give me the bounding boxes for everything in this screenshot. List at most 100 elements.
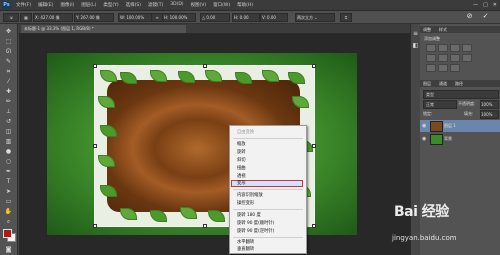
properties-panel-icon[interactable]: ◧	[412, 42, 419, 50]
history-brush-tool-icon[interactable]: ↺	[4, 118, 13, 126]
menu-type[interactable]: 类型(Y)	[103, 2, 118, 8]
commit-transform-button[interactable]: ✓	[481, 12, 490, 21]
blur-tool-icon[interactable]: ●	[4, 148, 13, 156]
dodge-tool-icon[interactable]: ○	[4, 158, 13, 166]
color-balance-adjust-icon[interactable]	[450, 54, 460, 62]
lasso-tool-icon[interactable]: ᘏ	[4, 48, 13, 56]
document-tab[interactable]: 未标题-1 @ 33.3% (图层 1, RGB/8) *	[21, 25, 186, 33]
cancel-transform-button[interactable]: ⊘	[465, 12, 474, 21]
layer-kind-filter[interactable]: 类型	[423, 90, 499, 99]
menu-item-perspective[interactable]: 透视	[237, 173, 303, 180]
width-field[interactable]: W: 100.00%	[118, 13, 152, 22]
hand-tool-icon[interactable]: ✋	[4, 208, 13, 216]
healing-brush-tool-icon[interactable]: ✚	[4, 88, 13, 96]
menu-item-flip-horizontal[interactable]: 水平翻转	[237, 239, 303, 246]
move-tool-icon[interactable]: ✥	[4, 28, 13, 36]
close-button[interactable]: ✕	[493, 2, 497, 8]
transform-handle-top-right[interactable]	[312, 64, 316, 68]
menu-items: 文件(F) 编辑(E) 图像(I) 图层(L) 类型(Y) 选择(S) 滤镜(T…	[16, 2, 253, 8]
posterize-adjust-icon[interactable]	[438, 64, 448, 72]
menu-item-distort[interactable]: 扭曲	[237, 165, 303, 172]
threshold-adjust-icon[interactable]	[450, 64, 460, 72]
shape-tool-icon[interactable]: ▭	[4, 198, 13, 206]
zoom-tool-icon[interactable]: ⌕	[4, 218, 13, 226]
menu-select[interactable]: 选择(S)	[126, 2, 141, 8]
tab-paths[interactable]: 路径	[455, 81, 463, 86]
brush-tool-icon[interactable]: ✏	[4, 98, 13, 106]
menu-item-rotate-90-ccw[interactable]: 旋转 90 度(逆时针)	[237, 228, 303, 235]
menu-item-free-transform[interactable]: 自由变换	[237, 129, 303, 136]
foreground-color-swatch[interactable]	[3, 229, 12, 238]
marquee-tool-icon[interactable]: ⬚	[4, 38, 13, 46]
menu-filter[interactable]: 滤镜(T)	[148, 2, 163, 8]
path-selection-tool-icon[interactable]: ➤	[4, 188, 13, 196]
crop-tool-icon[interactable]: ⌗	[4, 68, 13, 76]
layer-name: 背景	[444, 136, 452, 141]
curves-adjust-icon[interactable]	[450, 44, 460, 52]
menu-item-flip-vertical[interactable]: 垂直翻转	[237, 246, 303, 253]
history-panel-icon[interactable]: ≡	[412, 30, 419, 38]
menu-item-puppet-warp[interactable]: 操控变形	[237, 200, 303, 207]
layer-row[interactable]: ◉ 背景	[420, 133, 500, 145]
transform-handle-top[interactable]	[203, 64, 207, 68]
invert-adjust-icon[interactable]	[426, 64, 436, 72]
tab-channels[interactable]: 通道	[439, 81, 447, 86]
menu-item-skew[interactable]: 斜切	[237, 157, 303, 164]
tab-layers[interactable]: 图层	[423, 81, 431, 86]
transform-handle-bottom-right[interactable]	[312, 224, 316, 228]
reference-point-icon[interactable]: ▦	[20, 13, 32, 22]
visibility-eye-icon[interactable]: ◉	[422, 136, 426, 142]
transform-handle-right[interactable]	[312, 144, 316, 148]
interpolation-select[interactable]: 两次立方 ⌄	[295, 13, 335, 22]
height-field[interactable]: H: 100.00%	[162, 13, 196, 22]
horizontal-skew-field[interactable]: H: 0.00	[232, 13, 260, 22]
gradient-tool-icon[interactable]: ▥	[4, 138, 13, 146]
bw-adjust-icon[interactable]	[462, 54, 472, 62]
quick-mask-icon[interactable]: ◙	[4, 246, 13, 254]
y-position-field[interactable]: Y: 267.00 像	[74, 13, 114, 22]
opacity-field[interactable]: 100%	[480, 100, 499, 109]
clone-stamp-tool-icon[interactable]: ⊥	[4, 108, 13, 116]
eyedropper-tool-icon[interactable]: ⁄	[4, 78, 13, 86]
transform-handle-left[interactable]	[93, 144, 97, 148]
hue-adjust-icon[interactable]	[438, 54, 448, 62]
exposure-adjust-icon[interactable]	[462, 44, 472, 52]
type-tool-icon[interactable]: T	[4, 178, 13, 186]
menu-3d[interactable]: 3D(D)	[170, 2, 183, 8]
menu-layer[interactable]: 图层(L)	[81, 2, 96, 8]
x-position-field[interactable]: X: 427.00 像	[33, 13, 73, 22]
transform-tool-icon[interactable]: ⇲	[3, 13, 19, 22]
blend-mode-select[interactable]: 正常	[423, 100, 457, 109]
menu-item-warp[interactable]: 变形	[237, 180, 303, 187]
tab-adjustments[interactable]: 调整	[423, 27, 431, 32]
levels-adjust-icon[interactable]	[438, 44, 448, 52]
menu-item-rotate-180[interactable]: 旋转 180 度	[237, 212, 303, 219]
warp-mode-icon[interactable]: ⌗	[340, 13, 352, 22]
tab-styles[interactable]: 样式	[439, 27, 447, 32]
menu-item-rotate[interactable]: 旋转	[237, 149, 303, 156]
menu-file[interactable]: 文件(F)	[16, 2, 31, 8]
transform-handle-bottom[interactable]	[203, 224, 207, 228]
menu-window[interactable]: 窗口(W)	[213, 2, 230, 8]
transform-handle-bottom-left[interactable]	[93, 224, 97, 228]
pen-tool-icon[interactable]: ✒	[4, 168, 13, 176]
menu-item-scale[interactable]: 缩放	[237, 141, 303, 148]
menu-image[interactable]: 图像(I)	[60, 2, 74, 8]
visibility-eye-icon[interactable]: ◉	[422, 123, 426, 129]
maximize-button[interactable]: □	[483, 2, 488, 8]
vibrance-adjust-icon[interactable]	[426, 54, 436, 62]
menu-item-content-aware-scale[interactable]: 内容识别缩放	[237, 192, 303, 199]
menu-edit[interactable]: 编辑(E)	[38, 2, 53, 8]
layer-row-selected[interactable]: ◉ 图层 1	[420, 120, 500, 132]
brightness-adjust-icon[interactable]	[426, 44, 436, 52]
menu-help[interactable]: 帮助(H)	[237, 2, 253, 8]
minimize-button[interactable]: —	[473, 2, 478, 8]
vertical-skew-field[interactable]: V: 0.00	[260, 13, 288, 22]
transform-handle-top-left[interactable]	[93, 64, 97, 68]
fill-field[interactable]: 100%	[480, 110, 499, 119]
quick-select-tool-icon[interactable]: ✎	[4, 58, 13, 66]
menu-item-rotate-90-cw[interactable]: 旋转 90 度(顺时针)	[237, 220, 303, 227]
rotate-field[interactable]: △ 0.00	[200, 13, 230, 22]
menu-view[interactable]: 视图(V)	[191, 2, 207, 8]
eraser-tool-icon[interactable]: ◫	[4, 128, 13, 136]
